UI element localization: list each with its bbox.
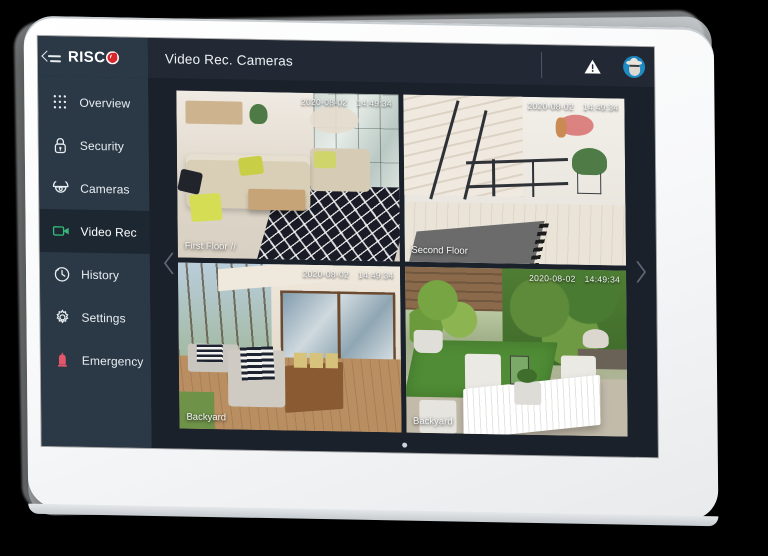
gear-icon (53, 308, 70, 325)
sidebar-item-cameras[interactable]: Cameras (39, 166, 149, 211)
sidebar-item-security[interactable]: Security (39, 123, 149, 168)
sidebar-item-label: Settings (81, 310, 126, 325)
camera-timestamp: 2020-08-02 14:49:34 (529, 272, 620, 284)
timestamp-time: 14:49:34 (584, 273, 621, 285)
camera-tile[interactable]: 2020-08-02 14:49:34 First Floor// (176, 90, 400, 262)
camera-name-label: Second Floor (411, 244, 471, 256)
camera-timestamp: 2020-08-02 14:49:34 (303, 268, 394, 280)
page-indicator-dot[interactable] (402, 442, 408, 448)
sidebar-item-settings[interactable]: Settings (40, 295, 150, 340)
sidebar-item-video-rec[interactable]: Video Rec (39, 208, 150, 254)
screenshot-stage: RISC Video Rec. Cameras Overview Securit… (0, 0, 768, 556)
camera-tile[interactable]: 2020-08-02 14:49:34 Backyard (177, 261, 402, 433)
sidebar-item-label: Overview (79, 95, 131, 111)
sidebar-item-history[interactable]: History (40, 252, 150, 297)
camera-name-text: Backyard (186, 411, 227, 424)
brand-cell: RISC (37, 35, 149, 78)
sidebar-item-label: Cameras (80, 181, 130, 197)
clock-history-icon (53, 265, 70, 282)
lock-icon (52, 136, 69, 153)
sidebar-item-label: Security (79, 138, 125, 153)
dome-camera-icon (52, 179, 69, 196)
camera-feed-image (177, 261, 402, 433)
chevron-right-icon[interactable] (630, 256, 652, 288)
chevron-left-icon[interactable] (158, 247, 180, 279)
risco-logo: RISC (68, 48, 120, 66)
video-camera-icon (52, 222, 70, 239)
timestamp-date: 2020-08-02 (527, 100, 575, 112)
sidebar-nav: Overview Security Cameras Video Rec Hist… (38, 75, 152, 448)
camera-name-label: Backyard (186, 412, 229, 424)
timestamp-time: 14:49:34 (582, 101, 619, 113)
camera-feed-image (404, 266, 628, 437)
camera-grid: 2020-08-02 14:49:34 First Floor// 2020-0… (176, 90, 628, 437)
timestamp-time: 14:49:34 (358, 269, 394, 280)
camera-feed-image (176, 90, 400, 262)
sidebar-item-label: History (80, 267, 120, 282)
page-title: Video Rec. Cameras (164, 50, 293, 69)
tablet-device-frame: RISC Video Rec. Cameras Overview Securit… (23, 15, 719, 521)
camera-play-badge: // (230, 240, 236, 253)
timestamp-date: 2020-08-02 (529, 272, 576, 284)
header-actions (584, 46, 646, 87)
camera-tile[interactable]: 2020-08-02 14:49:34 Second Floor (402, 94, 626, 266)
camera-name-label: First Floor// (185, 240, 236, 252)
grid-dots-icon (51, 93, 68, 110)
brand-name: RISC (67, 47, 106, 66)
risco-logo-mark (106, 50, 120, 64)
camera-timestamp: 2020-08-02 14:49:34 (301, 97, 392, 109)
camera-feed-image (402, 94, 626, 266)
camera-name-text: Second Floor (411, 244, 468, 257)
app-body: Overview Security Cameras Video Rec Hist… (38, 75, 658, 458)
sidebar-item-label: Emergency (81, 353, 144, 369)
camera-name-text: Backyard (412, 415, 453, 428)
user-avatar-icon[interactable] (622, 55, 646, 79)
timestamp-date: 2020-08-02 (302, 268, 350, 280)
camera-tile[interactable]: 2020-08-02 14:49:34 Backyard (404, 266, 628, 437)
camera-timestamp: 2020-08-02 14:49:34 (527, 101, 618, 113)
sidebar-item-label: Video Rec (80, 224, 137, 240)
camera-grid-panel: 2020-08-02 14:49:34 First Floor// 2020-0… (148, 77, 658, 458)
header-divider (540, 52, 543, 79)
camera-name-label: Backyard (413, 416, 456, 428)
warning-triangle-icon[interactable] (584, 58, 601, 74)
sidebar-item-overview[interactable]: Overview (38, 80, 148, 125)
alarm-bell-icon (54, 351, 71, 368)
collapse-menu-icon[interactable] (41, 49, 62, 63)
timestamp-date: 2020-08-02 (300, 96, 348, 108)
tablet-screen: RISC Video Rec. Cameras Overview Securit… (37, 35, 658, 458)
timestamp-time: 14:49:34 (356, 97, 392, 109)
camera-name-text: First Floor (184, 240, 228, 252)
sidebar-item-emergency[interactable]: Emergency (41, 338, 151, 383)
